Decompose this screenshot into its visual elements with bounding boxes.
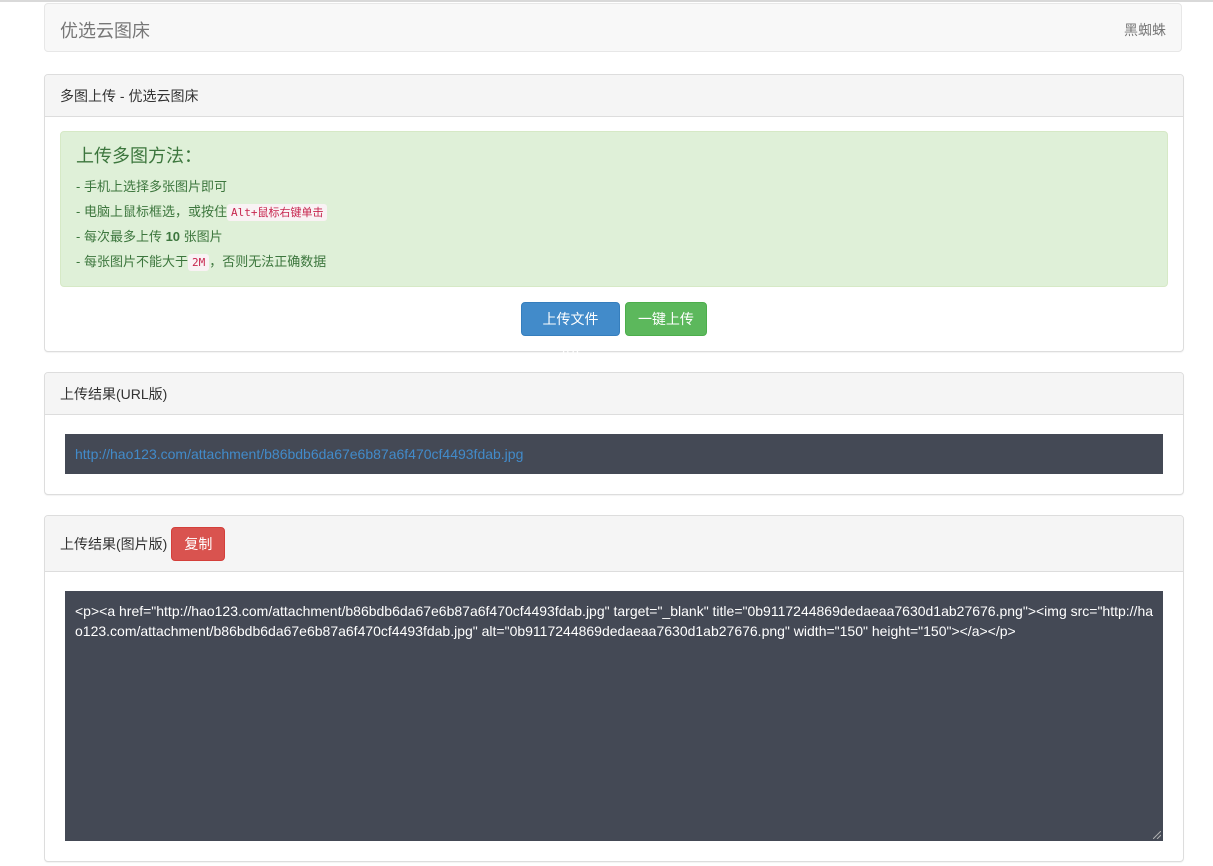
image-result-heading: 上传结果(图片版) 复制 bbox=[45, 516, 1183, 572]
upload-panel: 多图上传 - 优选云图床 上传多图方法： - 手机上选择多张图片即可 - 电脑上… bbox=[44, 74, 1184, 359]
instruction-mobile-text: - 手机上选择多张图片即可 bbox=[76, 179, 227, 194]
image-code-text: <p><a href="http://hao123.com/attachment… bbox=[75, 603, 1154, 639]
instruction-size-prefix: - 每张图片不能大于 bbox=[76, 254, 188, 269]
instruction-desktop-shortcut: Alt+鼠标右键单击 bbox=[226, 204, 328, 221]
brand-title[interactable]: 优选云图床 bbox=[60, 17, 150, 43]
image-code-textarea[interactable]: <p><a href="http://hao123.com/attachment… bbox=[65, 591, 1163, 841]
instruction-max-suffix: 张图片 bbox=[180, 229, 223, 244]
instruction-desktop: - 电脑上鼠标框选，或按住 Alt+鼠标右键单击 bbox=[76, 199, 1152, 224]
upload-file-button[interactable]: 上传文件(0) bbox=[521, 302, 621, 359]
instruction-max-number: 10 bbox=[165, 229, 181, 244]
resize-grip-icon[interactable] bbox=[1153, 831, 1161, 839]
url-result-title: 上传结果(URL版) bbox=[60, 385, 168, 402]
instruction-desktop-text: - 电脑上鼠标框选，或按住 bbox=[76, 204, 227, 219]
instruction-max-prefix: - 每次最多上传 bbox=[76, 229, 166, 244]
url-result-panel: 上传结果(URL版) http://hao123.com/attachment/… bbox=[44, 372, 1184, 495]
upload-panel-title: 多图上传 - 优选云图床 bbox=[60, 87, 199, 104]
navbar: 优选云图床 黑蜘蛛 bbox=[44, 3, 1182, 52]
user-link[interactable]: 黑蜘蛛 bbox=[1124, 20, 1166, 40]
instructions-title: 上传多图方法： bbox=[76, 146, 202, 166]
copy-button[interactable]: 复制 bbox=[171, 526, 226, 561]
instruction-size-limit: 2M bbox=[187, 254, 210, 271]
one-click-upload-button[interactable]: 一键上传 bbox=[624, 302, 707, 336]
image-result-panel: 上传结果(图片版) 复制 <p><a href="http://hao123.c… bbox=[44, 515, 1184, 862]
url-result-box: http://hao123.com/attachment/b86bdb6da67… bbox=[65, 434, 1163, 474]
upload-actions: 上传文件(0) 一键上传 bbox=[45, 302, 1183, 359]
top-divider bbox=[0, 0, 1213, 2]
upload-instructions-alert: 上传多图方法： - 手机上选择多张图片即可 - 电脑上鼠标框选，或按住 Alt+鼠… bbox=[60, 131, 1168, 287]
upload-panel-heading: 多图上传 - 优选云图床 bbox=[45, 75, 1183, 117]
instruction-max-size: - 每张图片不能大于 2M ，否则无法正确数据 bbox=[76, 249, 1152, 274]
instruction-max-count: - 每次最多上传 10 张图片 bbox=[76, 224, 1152, 249]
result-url-link[interactable]: http://hao123.com/attachment/b86bdb6da67… bbox=[75, 446, 523, 462]
image-result-title: 上传结果(图片版) bbox=[60, 535, 168, 552]
url-result-heading: 上传结果(URL版) bbox=[45, 373, 1183, 415]
instruction-size-suffix: ，否则无法正确数据 bbox=[209, 254, 327, 269]
instruction-mobile: - 手机上选择多张图片即可 bbox=[76, 174, 1152, 199]
